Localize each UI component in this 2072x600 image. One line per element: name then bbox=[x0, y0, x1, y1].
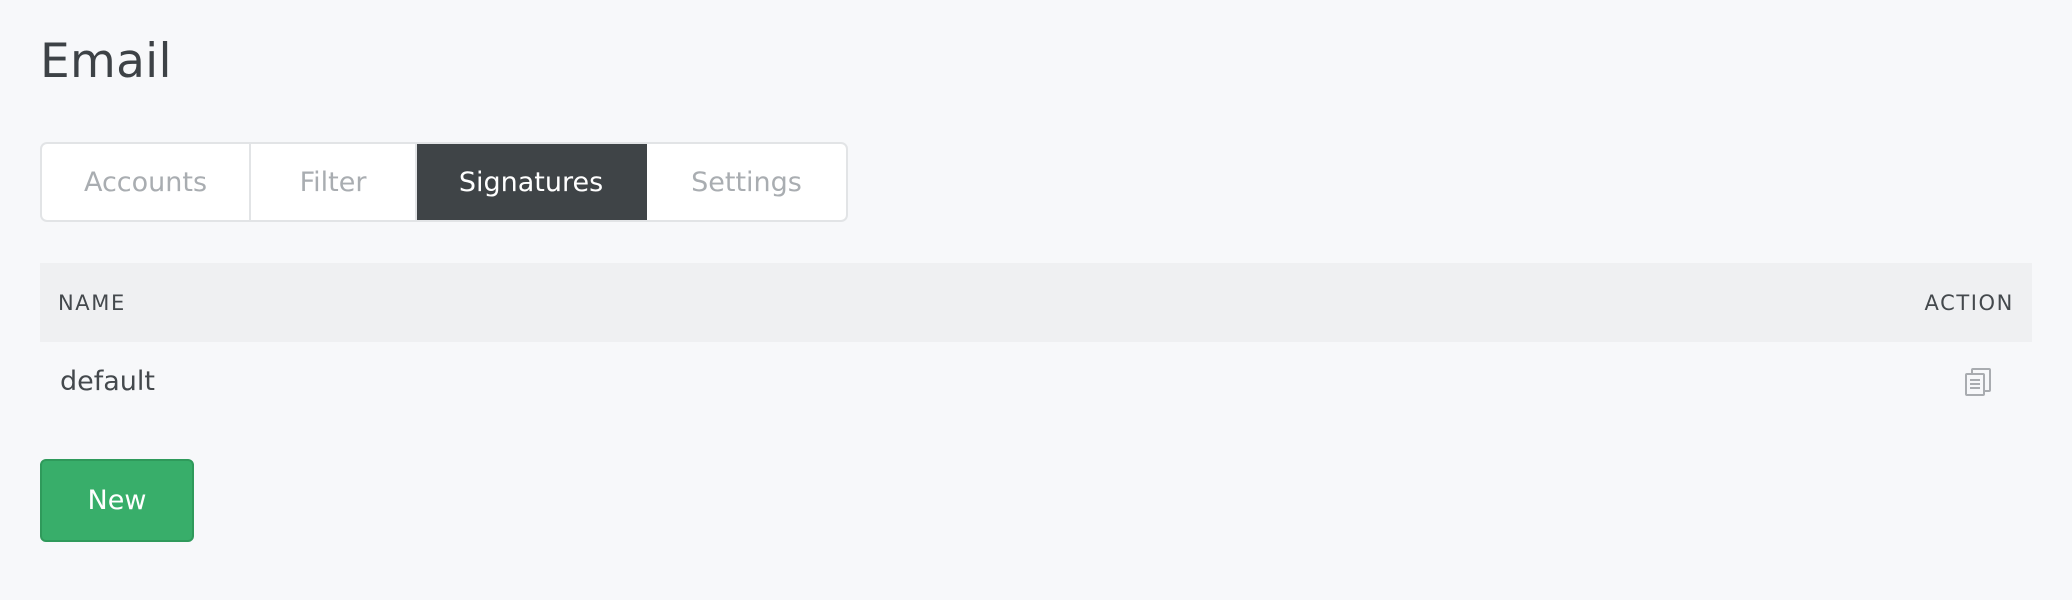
signature-name: default bbox=[60, 366, 156, 397]
page-title: Email bbox=[40, 34, 172, 89]
tab-accounts[interactable]: Accounts bbox=[42, 144, 251, 220]
column-header-action: ACTION bbox=[1924, 290, 2014, 315]
table-row[interactable]: default bbox=[40, 342, 2032, 421]
clone-icon[interactable] bbox=[1958, 362, 1998, 402]
tab-settings[interactable]: Settings bbox=[647, 144, 846, 220]
tab-signatures[interactable]: Signatures bbox=[417, 144, 647, 220]
new-button[interactable]: New bbox=[40, 459, 194, 542]
tab-filter[interactable]: Filter bbox=[251, 144, 417, 220]
signatures-table: NAME ACTION default bbox=[40, 263, 2032, 421]
column-header-name: NAME bbox=[58, 290, 126, 315]
tab-bar: Accounts Filter Signatures Settings bbox=[40, 142, 848, 222]
table-header: NAME ACTION bbox=[40, 263, 2032, 342]
page: Email Accounts Filter Signatures Setting… bbox=[0, 0, 2072, 600]
